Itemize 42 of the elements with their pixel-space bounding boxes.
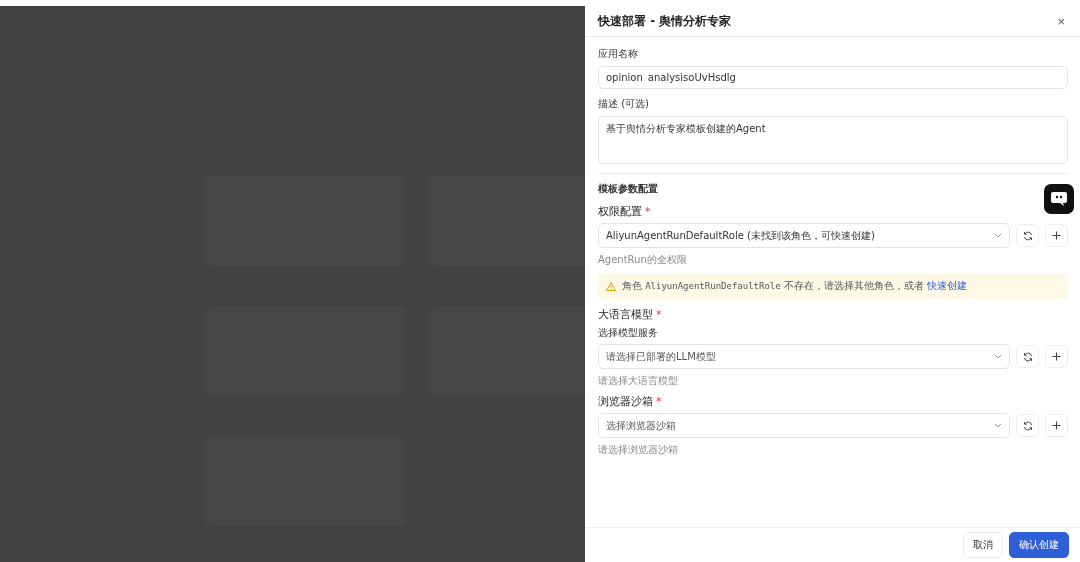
field-hint: 请选择浏览器沙箱 (598, 443, 679, 457)
chat-button[interactable] (1044, 184, 1074, 214)
select-field[interactable]: 请选择已部署的LLM模型 (598, 344, 1010, 369)
field-label: 描述 (可选) (598, 97, 650, 111)
required-mark: * (656, 308, 662, 321)
required-mark: * (656, 395, 662, 408)
refresh-icon (1022, 351, 1033, 362)
chevron-down-icon (994, 353, 1002, 360)
select-field[interactable]: 选择浏览器沙箱 (598, 413, 1010, 438)
chevron-down-icon (994, 422, 1002, 429)
confirm-button[interactable]: 确认创建 (1009, 532, 1069, 558)
add-button[interactable] (1045, 224, 1068, 247)
select-field[interactable]: AliyunAgentRunDefaultRole (未找到该角色，可快速创建) (598, 223, 1010, 248)
plus-icon (1052, 421, 1061, 430)
warning-icon (606, 281, 616, 291)
field-hint: AgentRun的全权限 (598, 253, 688, 267)
refresh-icon (1022, 230, 1033, 241)
plus-icon (1052, 352, 1061, 361)
quick-create-link[interactable]: 快速创建 (927, 280, 967, 291)
refresh-icon (1022, 420, 1033, 431)
refresh-button[interactable] (1016, 414, 1039, 437)
close-button[interactable]: × (1055, 13, 1067, 29)
field-label: 应用名称 (598, 47, 639, 61)
name-field[interactable]: opinion_analysisoUvHsdlg (598, 66, 1068, 89)
required-mark: * (645, 205, 651, 218)
section-title: 模板参数配置 (598, 182, 659, 196)
field-label: 浏览器沙箱 (598, 395, 653, 408)
field-label: 权限配置 (598, 205, 642, 218)
add-button[interactable] (1045, 345, 1068, 368)
field-hint: 请选择大语言模型 (598, 374, 679, 388)
chevron-down-icon (994, 232, 1002, 239)
add-button[interactable] (1045, 414, 1068, 437)
description-field[interactable]: 基于舆情分析专家模板创建的Agent (598, 116, 1068, 164)
refresh-button[interactable] (1016, 224, 1039, 247)
chat-bubble-icon (1050, 191, 1068, 207)
field-sublabel: 选择模型服务 (598, 326, 659, 340)
field-label: 大语言模型 (598, 308, 653, 321)
drawer-title: 快速部署 - 舆情分析专家 (598, 12, 732, 30)
plus-icon (1052, 231, 1061, 240)
refresh-button[interactable] (1016, 345, 1039, 368)
warning-message: 角色 AliyunAgentRunDefaultRole 不存在，请选择其他角色，或者 快速创建 (622, 279, 967, 293)
cancel-button[interactable]: 取消 (963, 532, 1003, 558)
